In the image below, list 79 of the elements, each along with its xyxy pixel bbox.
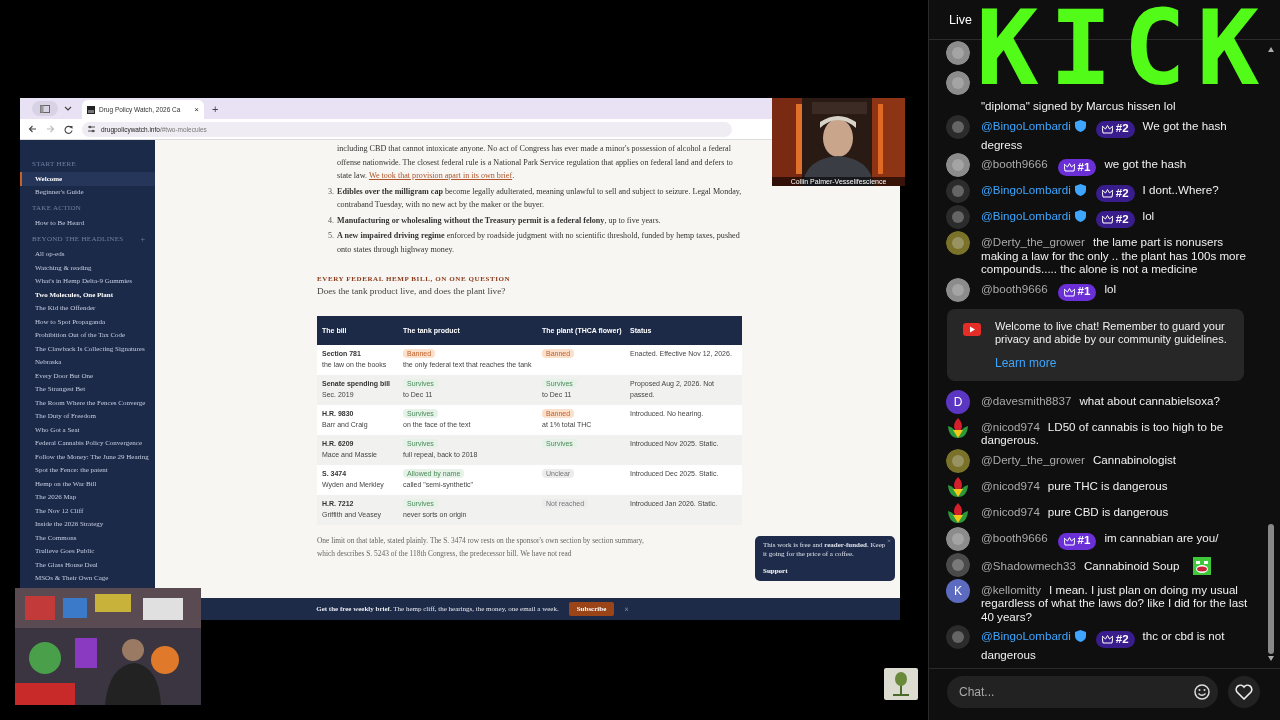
list-number: 3.	[326, 185, 335, 198]
plant-icon	[884, 668, 918, 700]
list-number: 4.	[326, 214, 335, 227]
avatar-icon: D	[946, 389, 970, 414]
article-paragraph: including CBD that cannot intoxicate anyone. No act of Congress has ever made a minor's possession of alcohol a federal offense nationwide. The closest federal rule is a National Park Service regulation that applies on federal land and defers to state law. We took that provision apart in its own brief.	[336, 143, 734, 182]
chat-author[interactable]: @kellomitty	[981, 582, 1042, 596]
chat-message: @davesmith8837 what about cannabielsoxa?	[981, 392, 1220, 407]
chat-message: @Derty_the_grower Cannabinologist	[981, 451, 1177, 466]
tune-icon	[87, 125, 96, 133]
crown-icon	[1101, 635, 1113, 644]
tab-groups-button[interactable]	[32, 101, 58, 116]
play-icon	[963, 322, 981, 336]
verified-icon	[1074, 630, 1086, 642]
badge-label: #1	[1077, 285, 1091, 299]
chat-author[interactable]: @BingoLombardi	[981, 629, 1071, 642]
crown-icon	[1063, 536, 1075, 546]
chat-message: @booth9666 #1 we got the hash	[981, 153, 1187, 176]
chat-author[interactable]: @BingoLombardi	[981, 209, 1071, 222]
list-number: 5.	[326, 230, 335, 242]
chat-author[interactable]: @davesmith8837	[981, 393, 1072, 407]
verified-icon	[1074, 210, 1086, 222]
chat-author[interactable]: @booth9666	[981, 281, 1048, 295]
learn-more-link[interactable]: Learn more	[995, 355, 1057, 370]
emoji-icon[interactable]	[1194, 683, 1210, 700]
verified-icon	[1074, 184, 1086, 196]
chat-author[interactable]: @BingoLombardi	[981, 183, 1071, 196]
list-item-text: Edibles over the milligram cap become legally adulterated, meaning unlawful to sell and subject to seizure. Legal Monday, contraband Tuesday, with no new act by the maker or the buyer.	[337, 185, 742, 211]
chat-title: Live	[949, 12, 972, 27]
avatar-icon: K	[946, 578, 970, 603]
list-item-text: A new impaired driving regime enforced by roadside judgment with no scientific threshold, funded by hemp taxes, pushed onto states through highway money.	[337, 230, 741, 256]
chat-author[interactable]: @nicod974	[981, 478, 1040, 492]
notice-text: Welcome to live chat! Remember to guard your privacy and abide by our community guidelines.	[995, 319, 1228, 347]
chat-input[interactable]: Chat...	[947, 675, 1218, 708]
chat-message: @booth9666 #1 lol	[981, 277, 1116, 301]
crown-icon	[1101, 215, 1113, 224]
reload-icon[interactable]	[64, 124, 73, 134]
chat-author[interactable]: @Derty_the_grower	[981, 235, 1085, 248]
like-button[interactable]	[1228, 675, 1260, 708]
tab-close-button[interactable]: ×	[194, 105, 199, 114]
chat-author[interactable]: @BingoLombardi	[981, 118, 1071, 132]
new-tab-button[interactable]: +	[212, 102, 219, 115]
overlay-logo: KICK	[976, 0, 1271, 96]
heart-icon	[1235, 683, 1253, 700]
chat-author[interactable]: @nicod974	[981, 504, 1040, 518]
close-button[interactable]: ×	[624, 604, 629, 614]
list-item-text: Manufacturing or wholesaling without the Treasury permit is a federal felony, up to five years.	[337, 214, 661, 227]
chat-message: @kellomitty I mean. I just plan on doing my usual regardless of what the laws do? like I did for the last 40 years?	[981, 581, 1249, 623]
favicon-icon	[87, 105, 95, 114]
badge-label: #2	[1115, 122, 1129, 136]
chat-message: @BingoLombardi #2 I dont..Where?	[981, 179, 1219, 202]
section-subtitle: Does the tank product live, and does the plant live?	[317, 286, 507, 296]
window-icon	[40, 104, 50, 113]
section-toggle[interactable]: +	[140, 234, 145, 244]
chat-author[interactable]: @Shadowmech33	[981, 558, 1076, 572]
badge-label: #2	[1115, 632, 1129, 647]
chat-message: @nicod974 pure CBD is dangerous	[981, 503, 1169, 518]
crown-icon	[1101, 124, 1113, 134]
badge-label: #2	[1115, 186, 1129, 201]
chat-author[interactable]: @nicod974	[981, 419, 1040, 433]
chevron-down-icon[interactable]	[64, 105, 72, 112]
verified-icon	[1074, 119, 1086, 132]
chat-author[interactable]: @booth9666	[981, 157, 1048, 170]
badge-label: #1	[1077, 160, 1091, 175]
chat-message: @booth9666 #1 im cannabian are you/	[981, 526, 1219, 550]
back-icon[interactable]	[28, 125, 37, 133]
chat-message: @nicod974 LD50 of cannabis is too high to be dangerous.	[981, 418, 1225, 447]
chat-message: @BingoLombardi #2 thc or cbd is not dangerous	[981, 628, 1226, 662]
badge-label: #2	[1115, 212, 1129, 227]
chat-author[interactable]: @Derty_the_grower	[981, 452, 1085, 466]
chat-message: "diploma" signed by Marcus hissen lol	[981, 99, 1176, 113]
chat-message: @nicod974 pure THC is dangerous	[981, 477, 1168, 492]
chat-message: @Shadowmech33 Cannabinoid Soup	[981, 552, 1212, 575]
chat-author[interactable]: @booth9666	[981, 530, 1048, 544]
chat-message: @Derty_the_grower the lame part is nonusers making a law for thc only .. the plant has 100s more compounds..... thc alone is not a medicine	[981, 234, 1247, 276]
chat-message: @BingoLombardi #2 lol	[981, 205, 1155, 228]
badge-label: #1	[1077, 534, 1091, 548]
crown-icon	[1101, 189, 1113, 198]
crown-icon	[1063, 163, 1075, 172]
crown-icon	[1063, 287, 1075, 297]
